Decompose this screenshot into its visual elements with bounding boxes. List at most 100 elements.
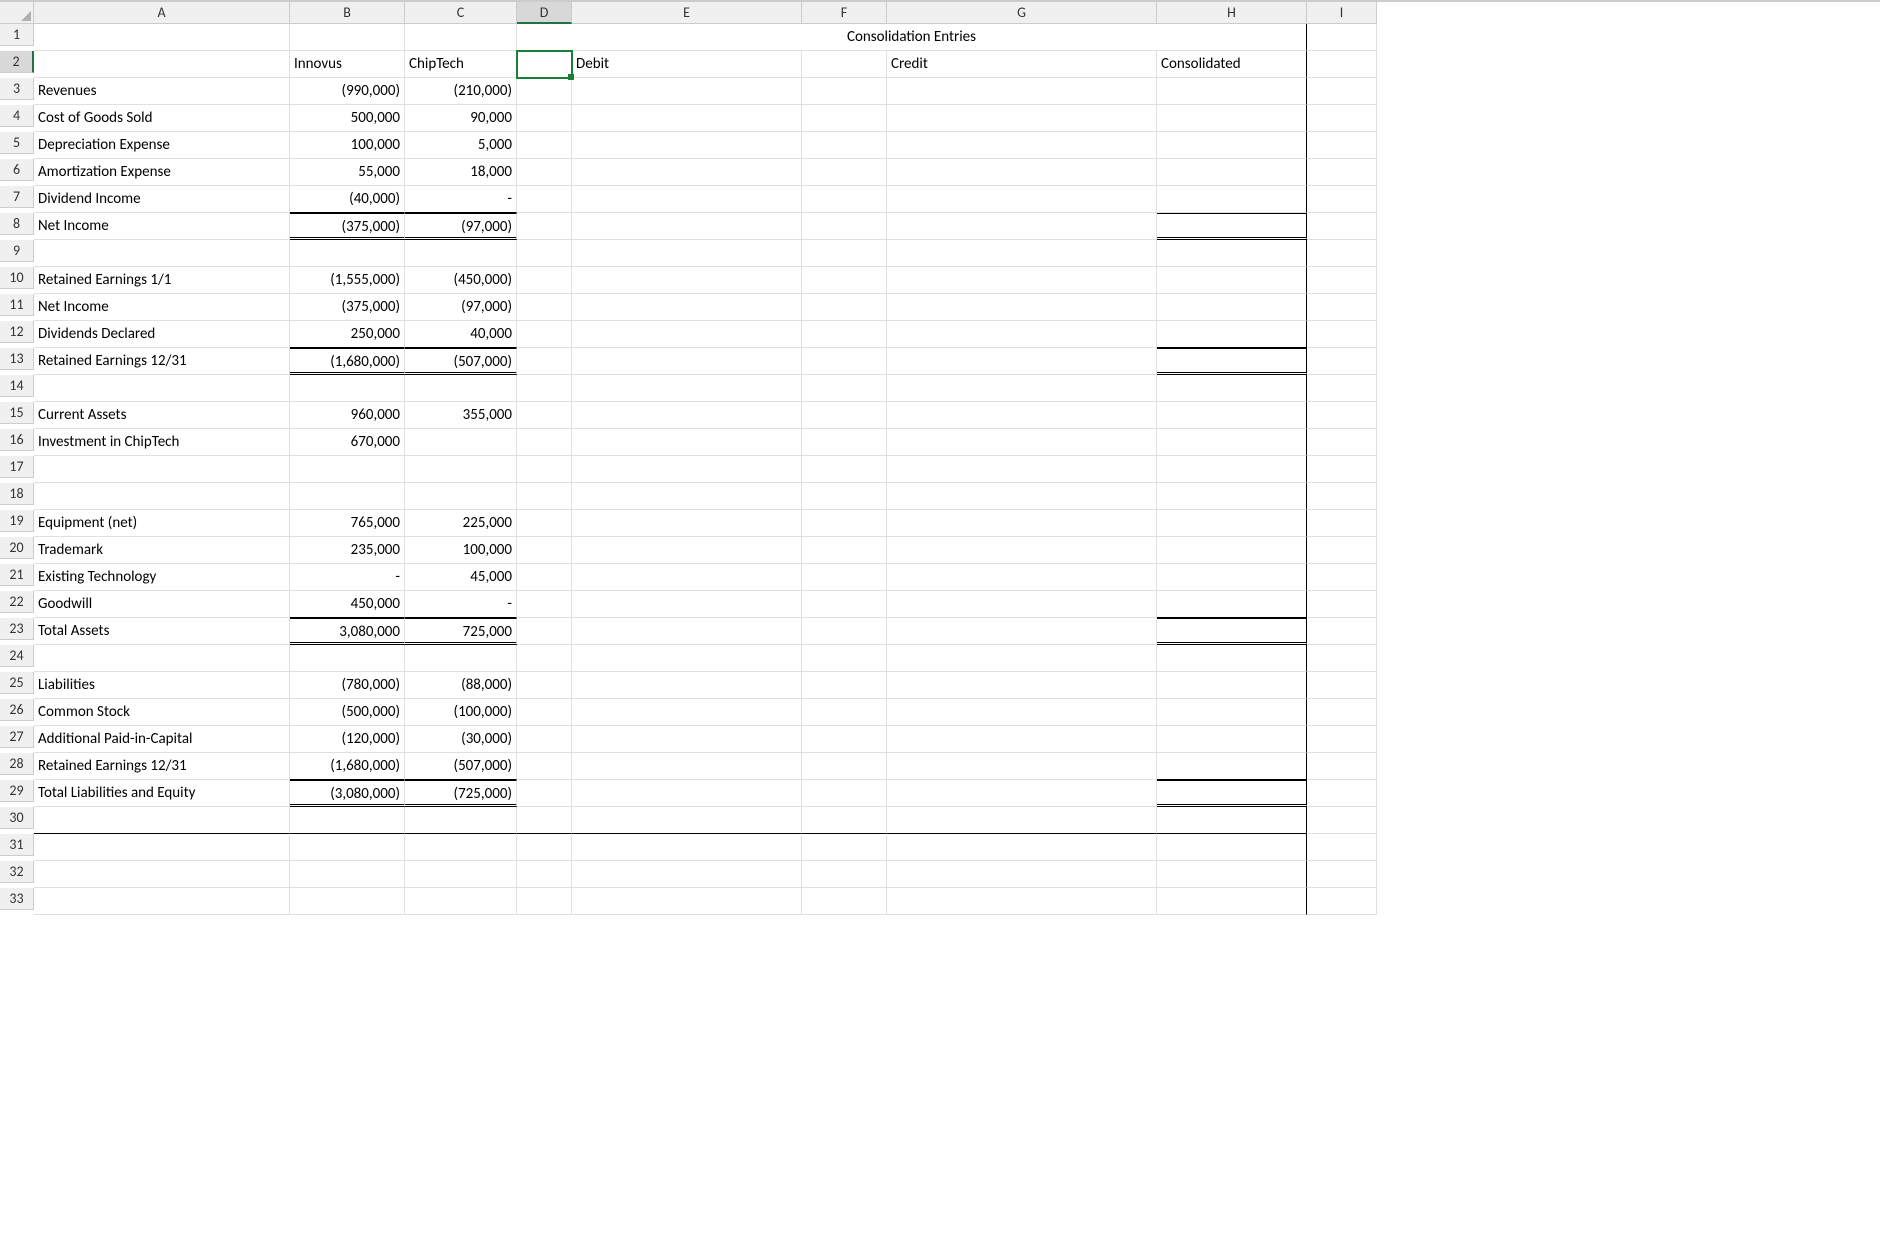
cell-I9[interactable]	[1307, 240, 1377, 267]
cell-A5[interactable]: Depreciation Expense	[34, 132, 290, 159]
cell-B13[interactable]: (1,680,000)	[290, 348, 405, 375]
cell-F5[interactable]	[802, 132, 887, 159]
cell-I2[interactable]	[1307, 51, 1377, 78]
cell-D4[interactable]	[517, 105, 572, 132]
cell-E17[interactable]	[572, 456, 802, 483]
cell-B7[interactable]: (40,000)	[290, 186, 405, 213]
cell-E18[interactable]	[572, 483, 802, 510]
cell-B11[interactable]: (375,000)	[290, 294, 405, 321]
row-header-14[interactable]: 14	[0, 375, 34, 397]
cell-E21[interactable]	[572, 564, 802, 591]
cell-H31[interactable]	[1157, 834, 1307, 861]
cell-C6[interactable]: 18,000	[405, 159, 517, 186]
cell-G23[interactable]	[887, 618, 1157, 645]
cell-A1[interactable]	[34, 24, 290, 51]
cell-I29[interactable]	[1307, 780, 1377, 807]
cell-G4[interactable]	[887, 105, 1157, 132]
cell-A29[interactable]: Total Liabilities and Equity	[34, 780, 290, 807]
cell-A33[interactable]	[34, 888, 290, 915]
cell-C2[interactable]: ChipTech	[405, 51, 517, 78]
cell-I25[interactable]	[1307, 672, 1377, 699]
cell-B28[interactable]: (1,680,000)	[290, 753, 405, 780]
cell-E14[interactable]	[572, 375, 802, 402]
cell-F6[interactable]	[802, 159, 887, 186]
cell-C3[interactable]: (210,000)	[405, 78, 517, 105]
cell-F22[interactable]	[802, 591, 887, 618]
cell-D33[interactable]	[517, 888, 572, 915]
cell-G16[interactable]	[887, 429, 1157, 456]
cell-F20[interactable]	[802, 537, 887, 564]
cell-D20[interactable]	[517, 537, 572, 564]
cell-B2[interactable]: Innovus	[290, 51, 405, 78]
cell-H26[interactable]	[1157, 699, 1307, 726]
cell-G12[interactable]	[887, 321, 1157, 348]
cell-H27[interactable]	[1157, 726, 1307, 753]
row-header-6[interactable]: 6	[0, 159, 34, 181]
cell-merged-title[interactable]: Consolidation Entries	[517, 24, 1307, 51]
cell-F19[interactable]	[802, 510, 887, 537]
col-header-A[interactable]: A	[34, 2, 290, 24]
cell-I6[interactable]	[1307, 159, 1377, 186]
cell-H28[interactable]	[1157, 753, 1307, 780]
cell-F3[interactable]	[802, 78, 887, 105]
cell-B6[interactable]: 55,000	[290, 159, 405, 186]
cell-D2[interactable]	[517, 51, 572, 78]
cell-A9[interactable]	[34, 240, 290, 267]
cell-G17[interactable]	[887, 456, 1157, 483]
cell-B22[interactable]: 450,000	[290, 591, 405, 618]
cell-B33[interactable]	[290, 888, 405, 915]
cell-A27[interactable]: Additional Paid-in-Capital	[34, 726, 290, 753]
cell-D7[interactable]	[517, 186, 572, 213]
cell-E22[interactable]	[572, 591, 802, 618]
cell-C4[interactable]: 90,000	[405, 105, 517, 132]
cell-I1[interactable]	[1307, 24, 1377, 51]
cell-I31[interactable]	[1307, 834, 1377, 861]
select-all-corner[interactable]	[0, 2, 34, 24]
cell-F31[interactable]	[802, 834, 887, 861]
cell-C29[interactable]: (725,000)	[405, 780, 517, 807]
cell-E10[interactable]	[572, 267, 802, 294]
cell-H5[interactable]	[1157, 132, 1307, 159]
cell-H9[interactable]	[1157, 240, 1307, 267]
cell-D8[interactable]	[517, 213, 572, 240]
cell-C7[interactable]: -	[405, 186, 517, 213]
cell-C9[interactable]	[405, 240, 517, 267]
cell-H3[interactable]	[1157, 78, 1307, 105]
cell-H18[interactable]	[1157, 483, 1307, 510]
cell-B20[interactable]: 235,000	[290, 537, 405, 564]
cell-E23[interactable]	[572, 618, 802, 645]
cell-E32[interactable]	[572, 861, 802, 888]
cell-H30[interactable]	[1157, 807, 1307, 834]
cell-D18[interactable]	[517, 483, 572, 510]
row-header-2[interactable]: 2	[0, 51, 34, 73]
cell-A11[interactable]: Net Income	[34, 294, 290, 321]
cell-D19[interactable]	[517, 510, 572, 537]
cell-E6[interactable]	[572, 159, 802, 186]
cell-F23[interactable]	[802, 618, 887, 645]
row-header-10[interactable]: 10	[0, 267, 34, 289]
row-header-28[interactable]: 28	[0, 753, 34, 775]
cell-A7[interactable]: Dividend Income	[34, 186, 290, 213]
row-header-17[interactable]: 17	[0, 456, 34, 478]
cell-G2[interactable]: Credit	[887, 51, 1157, 78]
cell-G32[interactable]	[887, 861, 1157, 888]
row-header-11[interactable]: 11	[0, 294, 34, 316]
cell-A19[interactable]: Equipment (net)	[34, 510, 290, 537]
cell-C21[interactable]: 45,000	[405, 564, 517, 591]
cell-I10[interactable]	[1307, 267, 1377, 294]
cell-F10[interactable]	[802, 267, 887, 294]
cell-A31[interactable]	[34, 834, 290, 861]
cell-E15[interactable]	[572, 402, 802, 429]
col-header-I[interactable]: I	[1307, 2, 1377, 24]
cell-A3[interactable]: Revenues	[34, 78, 290, 105]
cell-E25[interactable]	[572, 672, 802, 699]
cell-D11[interactable]	[517, 294, 572, 321]
cell-F33[interactable]	[802, 888, 887, 915]
cell-I26[interactable]	[1307, 699, 1377, 726]
cell-C19[interactable]: 225,000	[405, 510, 517, 537]
row-header-9[interactable]: 9	[0, 240, 34, 262]
row-header-23[interactable]: 23	[0, 618, 34, 640]
col-header-F[interactable]: F	[802, 2, 887, 24]
cell-B5[interactable]: 100,000	[290, 132, 405, 159]
cell-H21[interactable]	[1157, 564, 1307, 591]
